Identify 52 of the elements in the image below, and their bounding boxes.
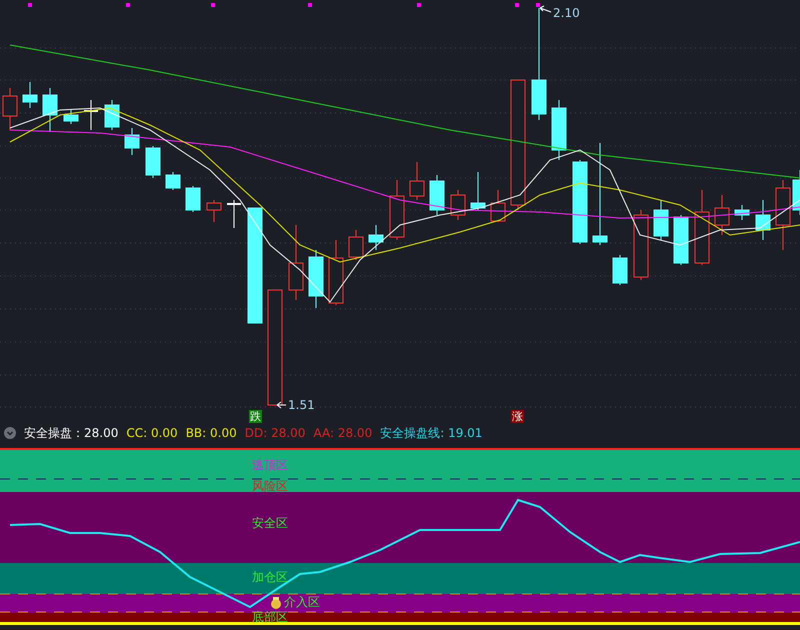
- indicator-value: CC: 0.00: [126, 426, 178, 440]
- candlestick: [368, 224, 384, 250]
- trend-marker: 跌: [249, 410, 262, 423]
- candlestick: [64, 110, 78, 124]
- candlestick: [490, 190, 506, 222]
- candlestick: [2, 88, 18, 130]
- candlestick: [674, 214, 688, 266]
- candlestick: [430, 174, 444, 216]
- candlestick: [450, 190, 466, 220]
- candlestick: [654, 200, 668, 240]
- candlestick: [634, 210, 648, 280]
- trend-marker: 涨: [511, 410, 524, 423]
- candlestick: [104, 100, 120, 130]
- candlestick: [42, 88, 58, 132]
- candlestick: [22, 82, 38, 108]
- indicator-value: DD: 28.00: [244, 426, 306, 440]
- candlestick: [166, 172, 180, 190]
- indicator-value: AA: 28.00: [313, 426, 372, 440]
- candlestick: [186, 186, 200, 212]
- zone-label: 介入区: [284, 595, 320, 609]
- zone-label: 加仓区: [252, 570, 288, 584]
- candlestick: [308, 250, 324, 308]
- candlestick: [84, 100, 98, 130]
- candlestick: [714, 194, 730, 236]
- candlestick: [792, 170, 800, 216]
- candlestick: [734, 204, 750, 220]
- candlestick: [612, 254, 628, 286]
- candlestick: [206, 200, 222, 222]
- indicator-value: 安全操盘：28.00: [24, 424, 118, 442]
- candlestick: [328, 240, 344, 306]
- price-label: 1.51: [288, 398, 315, 412]
- price-label: 2.10: [553, 6, 580, 20]
- indicator-value: BB: 0.00: [186, 426, 237, 440]
- arrow-icon: [540, 6, 552, 12]
- zone-label: 逃顶区: [252, 458, 288, 472]
- candlestick: [470, 172, 486, 210]
- candlestick: [756, 200, 770, 240]
- zone-label: 安全区: [252, 516, 288, 530]
- candlestick: [552, 100, 566, 160]
- candlestick: [410, 162, 424, 200]
- candlestick: [390, 180, 404, 240]
- candlestick: [348, 230, 364, 260]
- indicator-value: 安全操盘线: 19.01: [380, 424, 482, 442]
- candlestick: [124, 128, 140, 156]
- zone-label: 风险区: [252, 479, 288, 493]
- collapse-icon[interactable]: [4, 427, 16, 439]
- candlestick: [146, 146, 160, 178]
- candlestick: [776, 180, 790, 250]
- zone-label: 底部区: [252, 610, 288, 624]
- arrow-icon: [276, 402, 286, 408]
- money-bag-icon: [271, 597, 281, 609]
- candlestick: [227, 200, 241, 228]
